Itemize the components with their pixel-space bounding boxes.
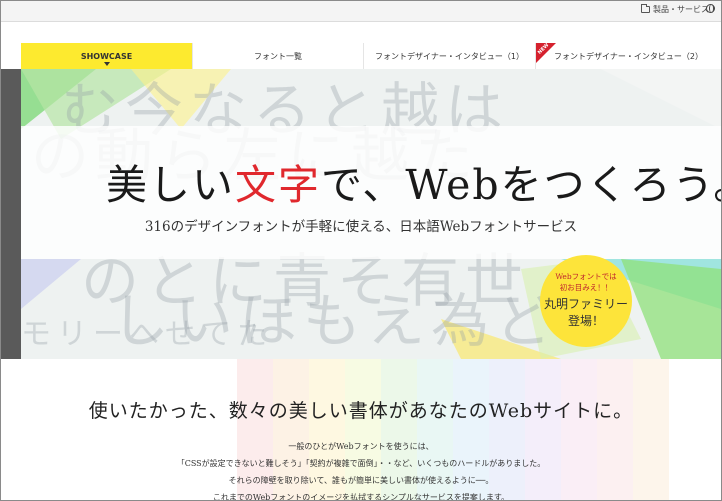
tab-showcase[interactable]: SHOWCASE [21,43,192,69]
promo-line-4: 登場！ [567,314,604,328]
hero-subline: 316のデザインフォントが手軽に使える、日本語Webフォントサービス [144,219,578,235]
products-services-label: 製品・サービス [653,5,709,14]
tab-font-list-label: フォント一覧 [254,51,302,61]
caret-down-icon [103,62,110,66]
tab-designer-interview-2[interactable]: NEW フォントデザイナー・インタビュー（2） [535,42,721,69]
products-services-link[interactable]: 製品・サービス [641,4,709,15]
intro-paragraph-2: 「CSSが設定できないと難しそう」「契約が複雑で面倒」・・など、いくつものハード… [176,459,546,468]
tab-designer-interview-1-label: フォントデザイナー・インタビュー（1） [375,51,524,61]
tab-designer-interview-2-label: フォントデザイナー・インタビュー（2） [554,51,703,61]
intro-title: 使いたかった、数々の美しい書体があなたのWebサイトに。 [88,400,634,422]
promo-line-2: 初お目みえ！！ [559,283,613,292]
tab-font-list[interactable]: フォント一覧 [192,43,363,69]
utility-bar: 製品・サービス [1,1,721,22]
hero-left-photo [1,69,21,359]
folder-icon [641,4,650,13]
language-selector[interactable] [706,4,715,13]
headline-part-1: 美しい [106,161,235,209]
main-nav: SHOWCASE フォント一覧 フォントデザイナー・インタビュー（1） NEW … [21,42,721,69]
tab-showcase-label: SHOWCASE [80,51,133,61]
tab-designer-interview-1[interactable]: フォントデザイナー・インタビュー（1） [363,43,535,69]
globe-icon [706,4,715,13]
intro-paragraph-4: これまでのWebフォントのイメージを払拭するシンプルなサービスを提案します。 [212,493,510,500]
promo-line-3: 丸明ファミリー [543,297,628,311]
bg-text-row-5: モリーへせてた [21,317,273,352]
browser-viewport: 製品・サービス SHOWCASE フォント一覧 フォントデザイナー・インタビュー… [0,0,722,501]
maruminchō-promo-badge[interactable]: Webフォントでは 初お目みえ！！ 丸明ファミリー 登場！ [540,255,632,347]
intro-paragraph-3: それらの障壁を取り除いて、誰もが簡単に美しい書体が使えるように──。 [228,476,494,485]
headline-part-2: で、Webをつくろう。 [321,161,721,209]
intro-section: 使いたかった、数々の美しい書体があなたのWebサイトに。 一般のひとがWebフォ… [1,359,721,500]
intro-paragraph-1: 一般のひとがWebフォントを使うには、 [288,442,434,451]
hero-headline: 美しい文字で、Webをつくろう。 [106,151,721,211]
headline-red-word: 文字 [235,161,321,209]
promo-line-1: Webフォントでは [555,272,617,281]
